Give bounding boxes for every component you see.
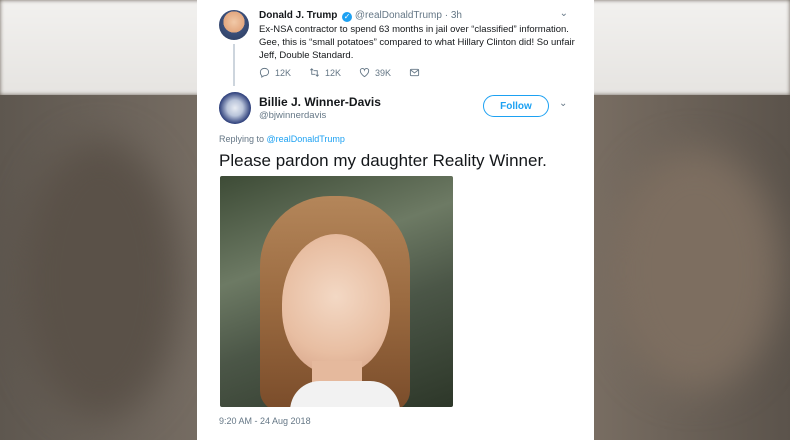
- tweet-timestamp[interactable]: 9:20 AM - 24 Aug 2018: [219, 416, 311, 426]
- author-handle[interactable]: @realDonaldTrump: [355, 10, 442, 21]
- replying-to-label: Replying to: [219, 134, 265, 144]
- heart-icon: [359, 68, 370, 78]
- photo-face: [282, 234, 390, 374]
- avatar[interactable]: [219, 92, 251, 124]
- author-name[interactable]: Donald J. Trump: [259, 10, 337, 21]
- follow-button[interactable]: Follow: [483, 95, 549, 117]
- tweet-time[interactable]: · 3h: [445, 10, 462, 21]
- background-blur-shape: [610, 150, 780, 390]
- like-count: 39K: [375, 67, 392, 78]
- retweet-icon: [310, 68, 319, 77]
- verified-badge-icon: ✓: [342, 12, 353, 22]
- avatar[interactable]: [219, 10, 249, 40]
- retweet-button[interactable]: 12K: [309, 67, 359, 78]
- photo-shirt: [290, 381, 400, 407]
- reply-button[interactable]: 12K: [259, 67, 309, 78]
- retweet-count: 12K: [325, 67, 342, 78]
- thread-line: [233, 44, 235, 86]
- chevron-down-icon[interactable]: ⌄: [560, 8, 568, 19]
- mail-icon: [409, 68, 420, 77]
- quoted-tweet-header: Donald J. Trump ✓ @realDonaldTrump · 3h: [259, 10, 462, 22]
- direct-message-button[interactable]: [409, 67, 459, 78]
- tweet-actions: 12K 12K 39K: [259, 67, 459, 78]
- chevron-down-icon[interactable]: ⌄: [559, 98, 567, 109]
- author-handle[interactable]: @bjwinnerdavis: [259, 110, 326, 121]
- quoted-tweet[interactable]: Donald J. Trump ✓ @realDonaldTrump · 3h …: [197, 0, 594, 88]
- quoted-tweet-text: Ex-NSA contractor to spend 63 months in …: [259, 24, 575, 61]
- author-name[interactable]: Billie J. Winner-Davis: [259, 95, 381, 109]
- reply-count: 12K: [275, 67, 292, 78]
- tweet-photo[interactable]: [220, 176, 453, 407]
- background-blur-shape: [20, 140, 180, 420]
- tweet-card: Donald J. Trump ✓ @realDonaldTrump · 3h …: [197, 0, 594, 440]
- replying-to-line: Replying to @realDonaldTrump: [219, 134, 345, 144]
- like-button[interactable]: 39K: [359, 67, 409, 78]
- reply-icon: [259, 67, 270, 78]
- tweet-header: Billie J. Winner-Davis @bjwinnerdavis Fo…: [197, 92, 594, 132]
- replying-to-link[interactable]: @realDonaldTrump: [267, 134, 345, 144]
- tweet-text: Please pardon my daughter Reality Winner…: [219, 151, 547, 170]
